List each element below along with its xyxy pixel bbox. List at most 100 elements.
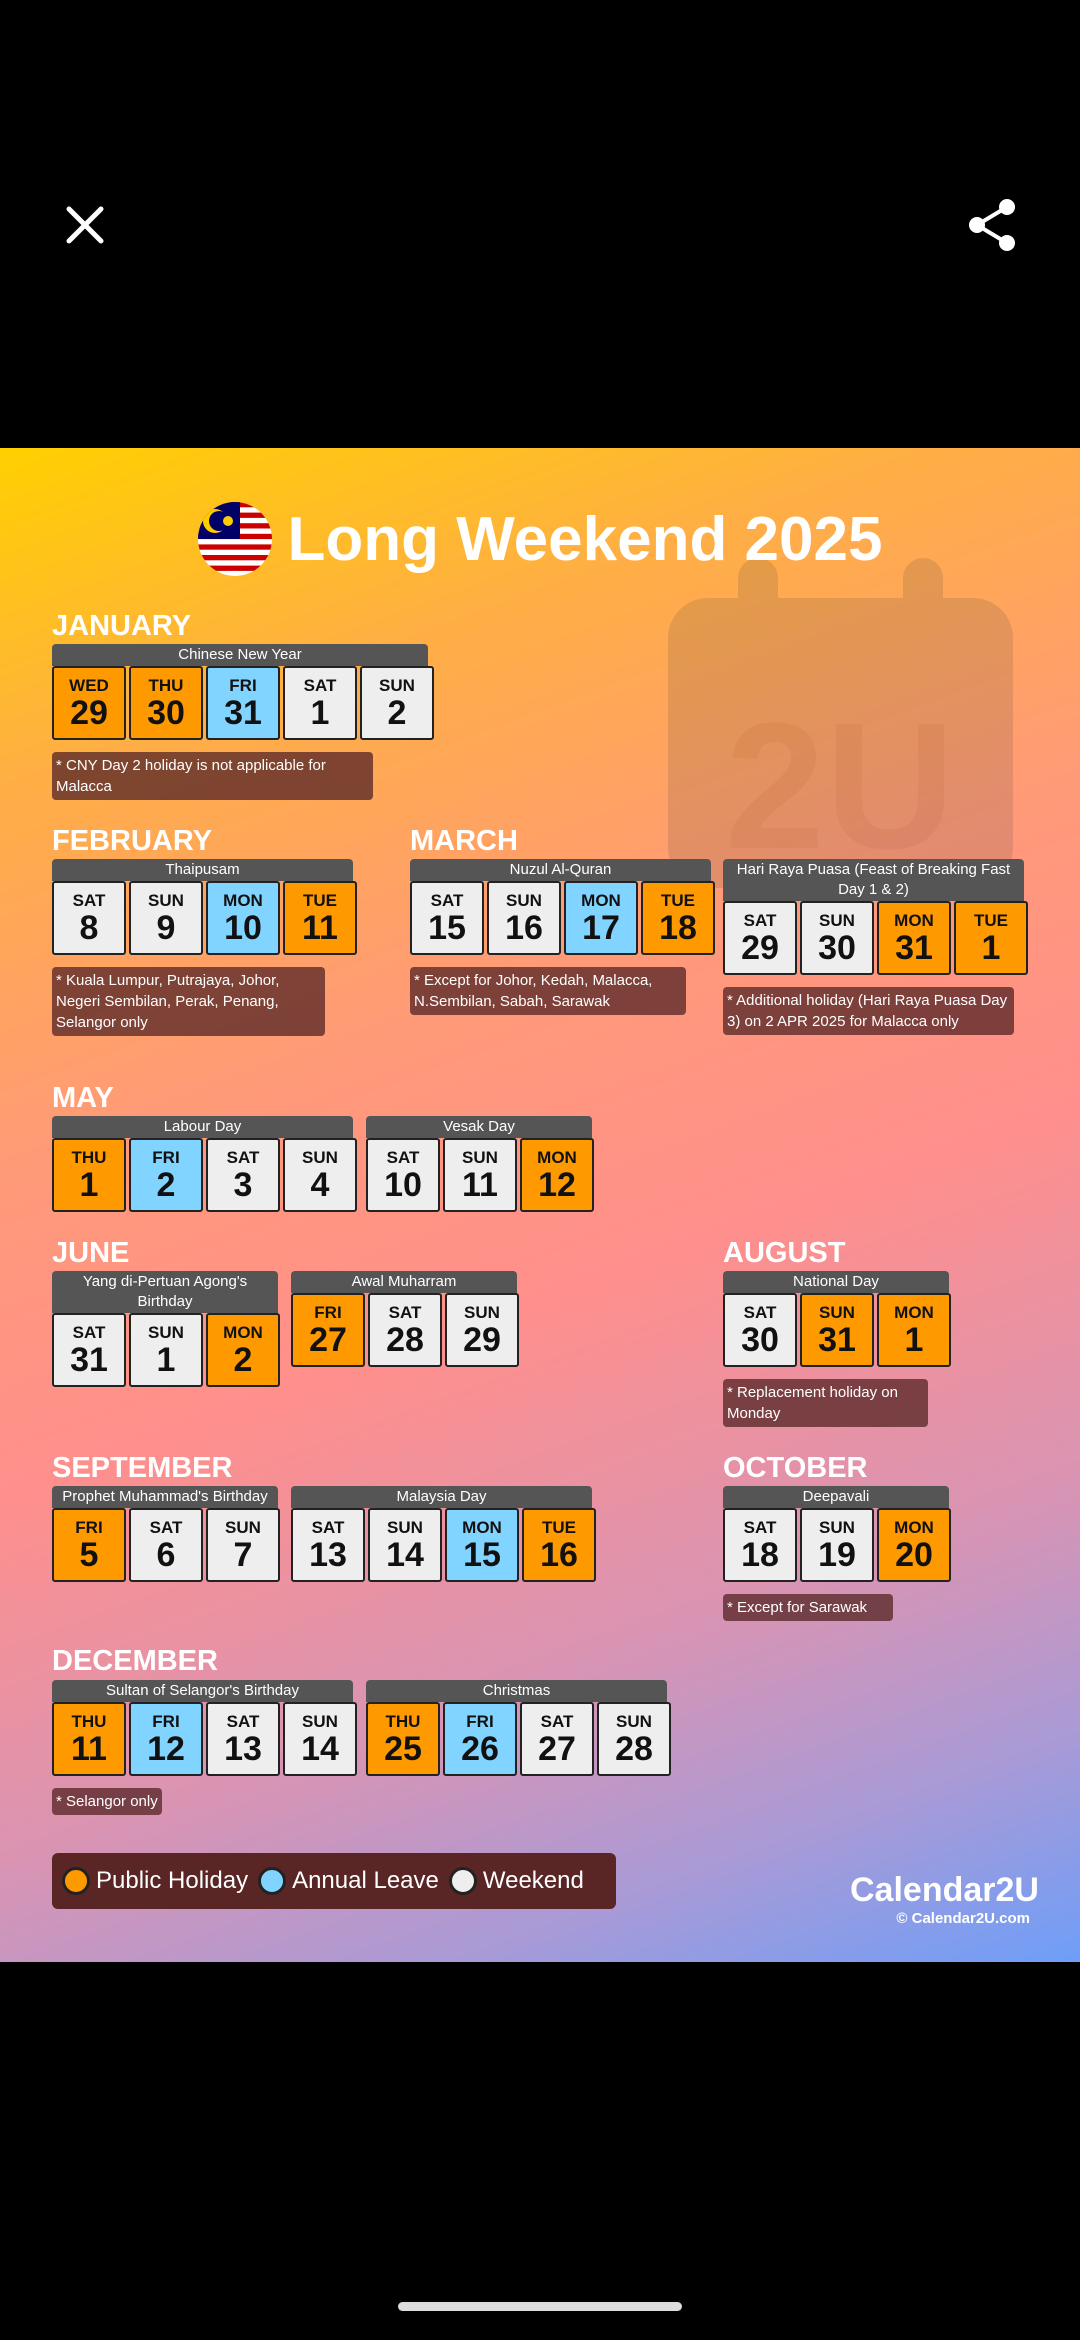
malaysia-flag-icon xyxy=(197,501,272,576)
title-text: Long Weekend 2025 xyxy=(287,505,883,574)
day-cell-annual-leave: FRI 31 xyxy=(206,666,280,740)
day-cell-public-holiday: MON 1 xyxy=(877,1293,951,1367)
day-of-week: MON xyxy=(537,1147,577,1167)
day-cell-weekend: SUN 19 xyxy=(800,1508,874,1582)
day-cell-weekend: SAT 18 xyxy=(723,1508,797,1582)
day-number: 10 xyxy=(384,1165,422,1204)
day-of-week: SUN xyxy=(464,1302,500,1322)
day-cell-weekend: SAT 10 xyxy=(366,1138,440,1212)
month-label: OCTOBER xyxy=(723,1452,868,1484)
holiday-note: * Replacement holiday on Monday xyxy=(723,1379,928,1427)
day-cell-weekend: SAT 8 xyxy=(52,881,126,955)
logo-name: Calendar2U xyxy=(850,1871,1039,1909)
day-of-week: SAT xyxy=(226,1711,260,1731)
month-label: JUNE xyxy=(52,1237,130,1269)
day-cell-annual-leave: FRI 12 xyxy=(129,1702,203,1776)
holiday-note: * Except for Sarawak xyxy=(723,1594,893,1621)
holiday-name: Sultan of Selangor's Birthday xyxy=(52,1680,353,1702)
day-of-week: SAT xyxy=(386,1147,420,1167)
day-number: 3 xyxy=(233,1165,253,1204)
day-of-week: MON xyxy=(894,910,934,930)
day-of-week: MON xyxy=(581,890,621,910)
calendar2u-logo: Calendar2U © Calendar2U.com xyxy=(850,1840,1039,1927)
legend-label: Public Holiday xyxy=(96,1867,249,1894)
holiday-block: Labour Day THU 1 FRI 2 SAT 3 SUN 4 xyxy=(52,1116,357,1212)
legend-dot-annual-leave xyxy=(258,1867,287,1895)
day-cell-annual-leave: FRI 2 xyxy=(129,1138,203,1212)
day-number: 7 xyxy=(233,1535,253,1574)
holiday-block: Thaipusam SAT 8 SUN 9 MON 10 TUE 11 * Kuala Lumpu… xyxy=(52,859,357,1036)
holiday-name: Malaysia Day xyxy=(291,1486,592,1508)
day-cell-weekend: SAT 28 xyxy=(368,1293,442,1367)
day-of-week: TUE xyxy=(661,890,695,910)
holiday-name: National Day xyxy=(723,1271,949,1293)
day-cell-weekend: SAT 31 xyxy=(52,1313,126,1387)
day-cell-weekend: SAT 1 xyxy=(283,666,357,740)
day-cell-annual-leave: MON 17 xyxy=(564,881,638,955)
month-label: JANUARY xyxy=(52,610,192,642)
month-label: DECEMBER xyxy=(52,1645,218,1677)
day-number: 16 xyxy=(540,1535,578,1574)
day-cell-weekend: SAT 15 xyxy=(410,881,484,955)
day-cell-weekend: SAT 6 xyxy=(129,1508,203,1582)
day-cell-weekend: SUN 9 xyxy=(129,881,203,955)
day-cell-public-holiday: SUN 31 xyxy=(800,1293,874,1367)
day-of-week: MON xyxy=(894,1517,934,1537)
day-of-week: TUE xyxy=(974,910,1008,930)
day-of-week: FRI xyxy=(75,1517,103,1537)
holiday-name: Vesak Day xyxy=(366,1116,592,1138)
day-of-week: WED xyxy=(69,675,109,695)
holiday-block: Yang di-Pertuan Agong's Birthday SAT 31 SUN… xyxy=(52,1271,280,1387)
day-number: 26 xyxy=(461,1729,499,1768)
day-of-week: FRI xyxy=(229,675,257,695)
day-cell-weekend: SUN 14 xyxy=(283,1702,357,1776)
day-of-week: SAT xyxy=(743,1302,777,1322)
legend-label: Weekend xyxy=(482,1867,584,1894)
close-button[interactable] xyxy=(50,190,120,260)
day-number: 13 xyxy=(309,1535,347,1574)
holiday-block: Sultan of Selangor's Birthday THU 11 FRI 12 S… xyxy=(52,1680,357,1815)
day-cell-weekend: SAT 13 xyxy=(291,1508,365,1582)
holiday-block: Christmas THU 25 FRI 26 SAT 27 SUN 28 xyxy=(366,1680,671,1776)
day-number: 28 xyxy=(386,1320,424,1359)
day-number: 31 xyxy=(224,693,262,732)
logo-copyright: © Calendar2U.com xyxy=(896,1910,1030,1927)
day-of-week: SUN xyxy=(148,890,184,910)
holiday-note: * CNY Day 2 holiday is not applicable fo… xyxy=(52,752,373,800)
home-indicator[interactable] xyxy=(398,2302,682,2311)
day-cell-public-holiday: TUE 16 xyxy=(522,1508,596,1582)
day-number: 1 xyxy=(156,1340,176,1379)
day-of-week: SUN xyxy=(302,1711,338,1731)
day-number: 2 xyxy=(233,1340,253,1379)
day-of-week: SUN xyxy=(819,1517,855,1537)
day-of-week: THU xyxy=(71,1711,107,1731)
day-cell-public-holiday: TUE 18 xyxy=(641,881,715,955)
day-cell-public-holiday: TUE 1 xyxy=(954,901,1028,975)
holiday-block: Deepavali SAT 18 SUN 19 MON 20 * Except for Sar… xyxy=(723,1486,951,1621)
day-of-week: THU xyxy=(71,1147,107,1167)
day-cell-weekend: SAT 3 xyxy=(206,1138,280,1212)
day-number: 30 xyxy=(741,1320,779,1359)
day-cell-public-holiday: TUE 11 xyxy=(283,881,357,955)
day-of-week: SUN xyxy=(462,1147,498,1167)
holiday-block: Chinese New Year WED 29 THU 30 FRI 31 SAT 1 SUN 2 *… xyxy=(52,644,434,800)
day-cell-weekend: SAT 29 xyxy=(723,901,797,975)
holiday-note: * Kuala Lumpur, Putrajaya, Johor, Negeri… xyxy=(52,967,325,1036)
day-of-week: SUN xyxy=(225,1517,261,1537)
share-button[interactable] xyxy=(958,190,1028,260)
day-of-week: TUE xyxy=(542,1517,576,1537)
day-number: 9 xyxy=(156,908,176,947)
month-label: MARCH xyxy=(410,825,518,857)
day-number: 11 xyxy=(462,1165,498,1204)
day-of-week: SAT xyxy=(311,1517,345,1537)
day-of-week: FRI xyxy=(152,1147,180,1167)
holiday-note: * Selangor only xyxy=(52,1788,162,1815)
day-cell-weekend: SUN 1 xyxy=(129,1313,203,1387)
day-number: 13 xyxy=(224,1729,262,1768)
day-cell-annual-leave: MON 10 xyxy=(206,881,280,955)
day-cell-public-holiday: THU 11 xyxy=(52,1702,126,1776)
holiday-name: Awal Muharram xyxy=(291,1271,517,1293)
day-of-week: TUE xyxy=(303,890,337,910)
poster-title: Long Weekend 2025 xyxy=(0,500,1080,580)
day-number: 27 xyxy=(309,1320,347,1359)
